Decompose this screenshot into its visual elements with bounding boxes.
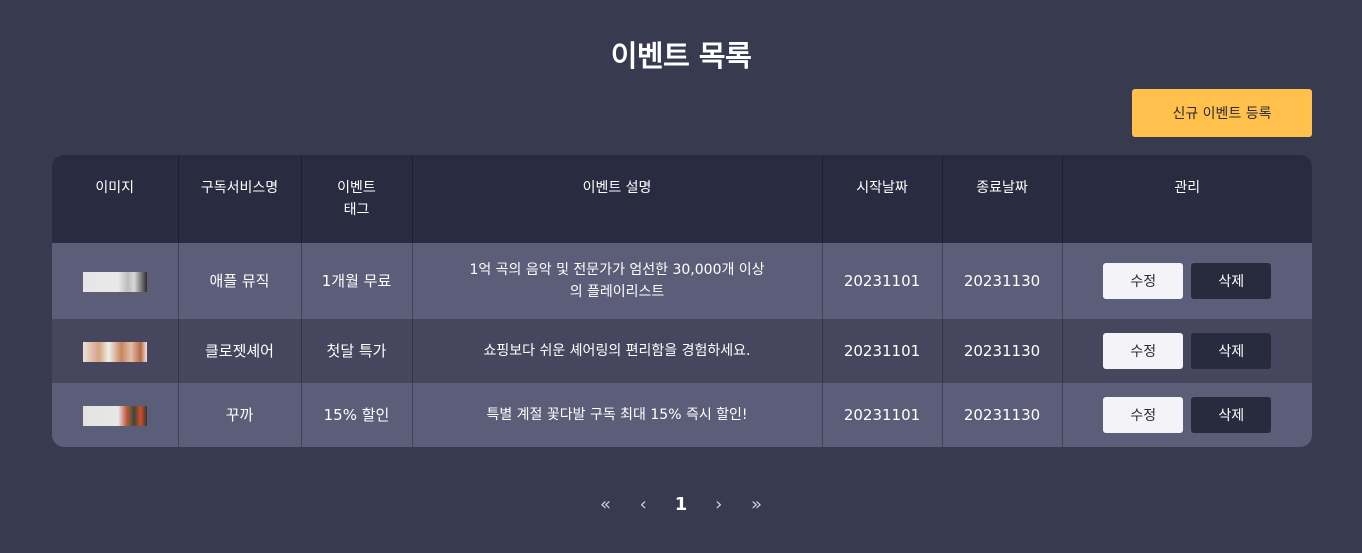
- event-thumbnail: [82, 271, 147, 292]
- start-date: 20231101: [822, 319, 943, 383]
- event-table-container: 이미지 구독서비스명 이벤트 태그 이벤트 설명 시작날짜 종료날짜 관리 애플…: [52, 155, 1312, 447]
- pagination-page-current[interactable]: 1: [665, 492, 697, 518]
- delete-button[interactable]: 삭제: [1191, 333, 1272, 369]
- header-image: 이미지: [52, 155, 179, 243]
- delete-button[interactable]: 삭제: [1191, 263, 1272, 299]
- header-event-tag: 이벤트 태그: [301, 155, 413, 243]
- start-date: 20231101: [822, 243, 943, 319]
- end-date: 20231130: [942, 383, 1063, 447]
- header-start-date: 시작날짜: [822, 155, 943, 243]
- table-header-row: 이미지 구독서비스명 이벤트 태그 이벤트 설명 시작날짜 종료날짜 관리: [52, 155, 1312, 243]
- service-name: 애플 뮤직: [178, 243, 302, 319]
- pagination-next-button[interactable]: ›: [703, 492, 735, 518]
- page-title: 이벤트 목록: [610, 39, 752, 73]
- event-image-cell: [52, 243, 179, 319]
- header-end-date: 종료날짜: [942, 155, 1063, 243]
- service-name: 꾸까: [178, 383, 302, 447]
- event-thumbnail: [82, 405, 147, 426]
- header-event-description: 이벤트 설명: [412, 155, 823, 243]
- event-description: 1억 곡의 음악 및 전문가가 엄선한 30,000개 이상의 플레이리스트: [412, 243, 823, 319]
- table-row: 애플 뮤직 1개월 무료 1억 곡의 음악 및 전문가가 엄선한 30,000개…: [52, 243, 1312, 319]
- header-manage: 관리: [1174, 180, 1201, 196]
- event-description: 특별 계절 꽃다발 구독 최대 15% 즉시 할인!: [412, 383, 823, 447]
- pagination-prev-button[interactable]: ‹: [627, 492, 659, 518]
- edit-button[interactable]: 수정: [1103, 333, 1184, 369]
- event-tag: 15% 할인: [301, 383, 413, 447]
- table-row: 클로젯셰어 첫달 특가 쇼핑보다 쉬운 셰어링의 편리함을 경험하세요. 202…: [52, 319, 1312, 383]
- edit-button[interactable]: 수정: [1103, 263, 1184, 299]
- edit-button[interactable]: 수정: [1103, 397, 1184, 433]
- manage-cell: 수정 삭제: [1062, 243, 1312, 319]
- event-image-cell: [52, 319, 179, 383]
- pagination-first-button[interactable]: «: [590, 492, 622, 518]
- manage-cell: 수정 삭제: [1062, 383, 1312, 447]
- start-date: 20231101: [822, 383, 943, 447]
- table-row: 꾸까 15% 할인 특별 계절 꽃다발 구독 최대 15% 즉시 할인! 202…: [52, 383, 1312, 447]
- delete-button[interactable]: 삭제: [1191, 397, 1272, 433]
- header-service-name: 구독서비스명: [178, 155, 302, 243]
- service-name: 클로젯셰어: [178, 319, 302, 383]
- event-description: 쇼핑보다 쉬운 셰어링의 편리함을 경험하세요.: [412, 319, 823, 383]
- event-table: 이미지 구독서비스명 이벤트 태그 이벤트 설명 시작날짜 종료날짜 관리 애플…: [52, 155, 1312, 447]
- pagination: « ‹ 1 › »: [0, 492, 1362, 518]
- end-date: 20231130: [942, 319, 1063, 383]
- pagination-last-button[interactable]: »: [740, 492, 772, 518]
- end-date: 20231130: [942, 243, 1063, 319]
- event-tag: 첫달 특가: [301, 319, 413, 383]
- manage-cell: 수정 삭제: [1062, 319, 1312, 383]
- event-tag: 1개월 무료: [301, 243, 413, 319]
- event-image-cell: [52, 383, 179, 447]
- add-event-button[interactable]: 신규 이벤트 등록: [1132, 89, 1312, 137]
- event-thumbnail: [82, 341, 147, 362]
